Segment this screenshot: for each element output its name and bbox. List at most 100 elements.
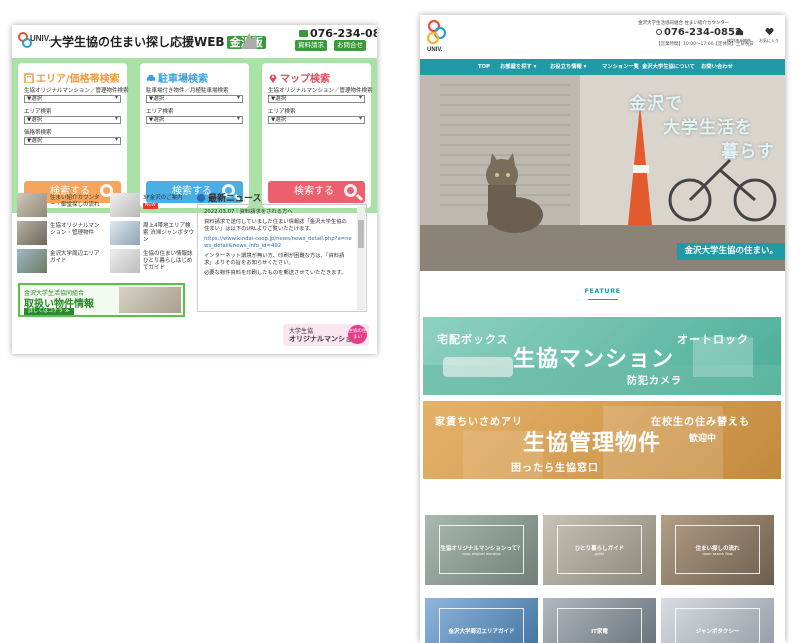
tile-original-mansion[interactable]: 生協オリジナルマンションって？ coop original mansion bbox=[425, 515, 538, 585]
link-area-guide[interactable]: 金沢大学周辺エリアガイド bbox=[17, 249, 103, 273]
phone-number[interactable]: 076-234-0852 bbox=[299, 27, 377, 40]
nav-mansion-list[interactable]: マンション一覧 bbox=[602, 59, 639, 75]
feature-tag: 在校生の住み替えも bbox=[651, 417, 750, 428]
univ-logo[interactable]: UNIV. bbox=[18, 32, 52, 52]
link-counter-flow[interactable]: 住まい紹介カウンター・御堂探しの流れ bbox=[17, 193, 103, 217]
link-thumbnail bbox=[110, 249, 140, 273]
tile-jumbo-taxi[interactable]: ジャンボタクシー bbox=[661, 598, 774, 643]
tile-label: ひとり暮らしガイド bbox=[574, 546, 625, 552]
select-value[interactable]: ▼選択 bbox=[268, 95, 365, 103]
univ-logo[interactable]: UNIV. bbox=[425, 19, 449, 55]
news-body: インターネット環境が無い方、印刷が困難な方は、「資料請求」よりその旨をお知らせく… bbox=[204, 253, 345, 266]
field-label: エリア検索 bbox=[24, 109, 52, 115]
feature-tag: オートロック bbox=[677, 333, 749, 346]
tile-label: 金沢大学周辺エリアガイド bbox=[448, 629, 515, 635]
new-badge: NEW bbox=[143, 203, 158, 209]
banner-main-title: 生協管理物件 bbox=[523, 431, 662, 456]
tile-label: ジャンボタクシー bbox=[695, 629, 740, 635]
tile-label: 生協オリジナルマンションって？ bbox=[440, 546, 523, 552]
area-price-search-panel: エリア/価格帯検索 生協オリジナルマンション／管理物件検索▼選択 エリア検索▼選… bbox=[18, 63, 129, 208]
select-value[interactable]: ▼選択 bbox=[24, 116, 121, 124]
property-info-banner[interactable]: 金沢大学生活協同組合 取扱い物件情報 詳しくはコチラ ≫ bbox=[18, 283, 185, 317]
request-button[interactable]: 資料請求 bbox=[295, 40, 327, 51]
link-3f-kanazawa[interactable]: 3F金沢のご案内 NEW bbox=[110, 193, 196, 217]
tile-label: IT家電 bbox=[591, 629, 608, 635]
select-value[interactable]: ▼選択 bbox=[146, 95, 243, 103]
price-range-select[interactable]: 価格帯検索 ▼選択 bbox=[24, 130, 121, 145]
link-label: 住まい紹介カウンター・御堂探しの流れ bbox=[50, 195, 100, 208]
tile-frame bbox=[439, 608, 524, 643]
hero-slider[interactable]: 金沢で 大学生活を 暮らす 金沢大学生協の住まい。 bbox=[420, 75, 785, 271]
news-title: 2022.03.07｜資料請求をされる方へ bbox=[204, 209, 293, 215]
area-select[interactable]: エリア検索 ▼選択 bbox=[268, 109, 365, 124]
favorites-button[interactable]: お気に入り bbox=[755, 27, 783, 44]
field-label: 生協オリジナルマンション／管理物件検索 bbox=[268, 88, 373, 94]
news-heading: 最新ニュース bbox=[197, 191, 262, 204]
tile-living-guide[interactable]: ひとり暮らしガイド guide bbox=[543, 515, 656, 585]
tile-sublabel: coop original mansion bbox=[462, 552, 501, 556]
select-value[interactable]: ▼選択 bbox=[268, 116, 365, 124]
old-site-header: UNIV. 大学生協の住まい探し応援WEB金沢版 076-234-0852 資料… bbox=[12, 25, 377, 57]
tile-it-appliances[interactable]: IT家電 bbox=[543, 598, 656, 643]
select-value[interactable]: ▼選択 bbox=[24, 137, 121, 145]
link-label: 生協の住まい情報誌 ひとり暮らしはじめてガイド bbox=[143, 251, 193, 271]
news-scrollbar[interactable] bbox=[357, 206, 365, 310]
slider-dots[interactable] bbox=[589, 263, 613, 271]
original-mansion-badge[interactable]: 大学生協 オリジナルマンション 生協の住まい bbox=[283, 324, 369, 346]
link-label: 金沢大学周辺エリアガイド bbox=[50, 251, 100, 264]
field-label: 生協オリジナルマンション／管理物件検索 bbox=[24, 88, 129, 94]
link-label-wrap: 3F金沢のご案内 NEW bbox=[143, 195, 195, 209]
tile-frame bbox=[675, 608, 760, 643]
news-link[interactable]: https://www.kindai-coop.jp/news/news_det… bbox=[204, 236, 352, 250]
mansion-type-select[interactable]: 生協オリジナルマンション／管理物件検索 ▼選択 bbox=[24, 88, 129, 103]
link-thumbnail bbox=[110, 221, 140, 245]
coop-managed-banner[interactable]: 家賃ちいさめアリ 在校生の住み替えも 生協管理物件 歓迎中 困ったら生協窓口 bbox=[423, 401, 781, 479]
feature-tag: 家賃ちいさめアリ bbox=[435, 417, 523, 428]
link-area-search[interactable]: 周上4帯地エリア検索 渋滞ジャンボタウン bbox=[110, 221, 196, 245]
logo-text: UNIV. bbox=[427, 47, 443, 53]
coop-mansion-banner[interactable]: 宅配ボックス オートロック 生協マンション 防犯カメラ bbox=[423, 317, 781, 395]
nav-top[interactable]: TOP bbox=[478, 59, 490, 75]
panel-title-text: 駐車場検索 bbox=[158, 74, 208, 85]
area-select[interactable]: エリア検索 ▼選択 bbox=[24, 109, 121, 124]
viewed-properties-button[interactable]: 検討済み物件 bbox=[725, 27, 753, 44]
nav-find-room[interactable]: お部屋を探す ▾ bbox=[500, 59, 536, 75]
contact-button[interactable]: お問合せ bbox=[334, 40, 366, 51]
news-box: 2022.03.07｜資料請求をされる方へ 資料請求で送付していました住まい情報… bbox=[197, 204, 367, 312]
site-title-text: 大学生協の住まい探し応援WEB bbox=[50, 35, 225, 49]
tile-search-flow[interactable]: 住まい探しの流れ room search flow bbox=[661, 515, 774, 585]
tile-sublabel: guide bbox=[594, 552, 605, 556]
mansion-type-select[interactable]: 生協オリジナルマンション／管理物件検索 ▼選択 bbox=[268, 88, 373, 103]
link-label: 3F金沢のご案内 bbox=[143, 195, 183, 201]
field-label: 駐車場付き物件／月極駐車場検索 bbox=[146, 88, 229, 94]
icon-label: お気に入り bbox=[759, 38, 779, 43]
link-thumbnail bbox=[17, 193, 47, 217]
field-label: 価格帯検索 bbox=[24, 130, 52, 136]
select-value[interactable]: ▼選択 bbox=[146, 116, 243, 124]
parking-search-panel: 駐車場検索 駐車場付き物件／月極駐車場検索▼選択 エリア検索▼選択 検索する bbox=[140, 63, 249, 208]
tile-label: 住まい探しの流れ bbox=[695, 546, 740, 552]
link-original-mansion[interactable]: 生協オリジナルマンション・管理物件 bbox=[17, 221, 103, 245]
parking-type-select[interactable]: 駐車場付き物件／月極駐車場検索 ▼選択 bbox=[146, 88, 243, 103]
hero-image bbox=[420, 75, 785, 271]
select-value[interactable]: ▼選択 bbox=[24, 95, 121, 103]
feature-tag: 歓迎中 bbox=[689, 434, 717, 444]
info-icon bbox=[197, 194, 205, 202]
map-search-panel: マップ検索 生協オリジナルマンション／管理物件検索▼選択 エリア検索▼選択 検索… bbox=[262, 63, 373, 208]
news-heading-text: 最新ニュース bbox=[208, 194, 262, 204]
tile-area-guide[interactable]: 金沢大学周辺エリアガイド bbox=[425, 598, 538, 643]
company-name: 金沢大学生活協同組合 住まい紹介カウンター bbox=[638, 21, 730, 26]
decoration-icon bbox=[241, 33, 257, 49]
search-area: エリア/価格帯検索 生協オリジナルマンション／管理物件検索▼選択 エリア検索▼選… bbox=[12, 58, 377, 213]
nav-about[interactable]: 金沢大学生協について bbox=[642, 59, 695, 75]
area-select[interactable]: エリア検索 ▼選択 bbox=[146, 109, 243, 124]
main-nav: TOP お部屋を探す ▾ お役立ち情報 ▾ マンション一覧 金沢大学生協について… bbox=[420, 59, 785, 75]
hero-label: 金沢大学生協の住まい。 bbox=[677, 243, 785, 260]
new-site-screenshot: UNIV. 金沢大学生活協同組合 住まい紹介カウンター 076-234-0852… bbox=[420, 15, 785, 643]
nav-useful-info[interactable]: お役立ち情報 ▾ bbox=[550, 59, 586, 75]
tile-frame bbox=[557, 608, 642, 643]
link-first-guide[interactable]: 生協の住まい情報誌 ひとり暮らしはじめてガイド bbox=[110, 249, 196, 273]
banner-more-link[interactable]: 詳しくはコチラ ≫ bbox=[24, 308, 74, 315]
phone-text: 076-234-0852 bbox=[310, 27, 377, 40]
nav-contact[interactable]: お問い合わせ bbox=[701, 59, 733, 75]
